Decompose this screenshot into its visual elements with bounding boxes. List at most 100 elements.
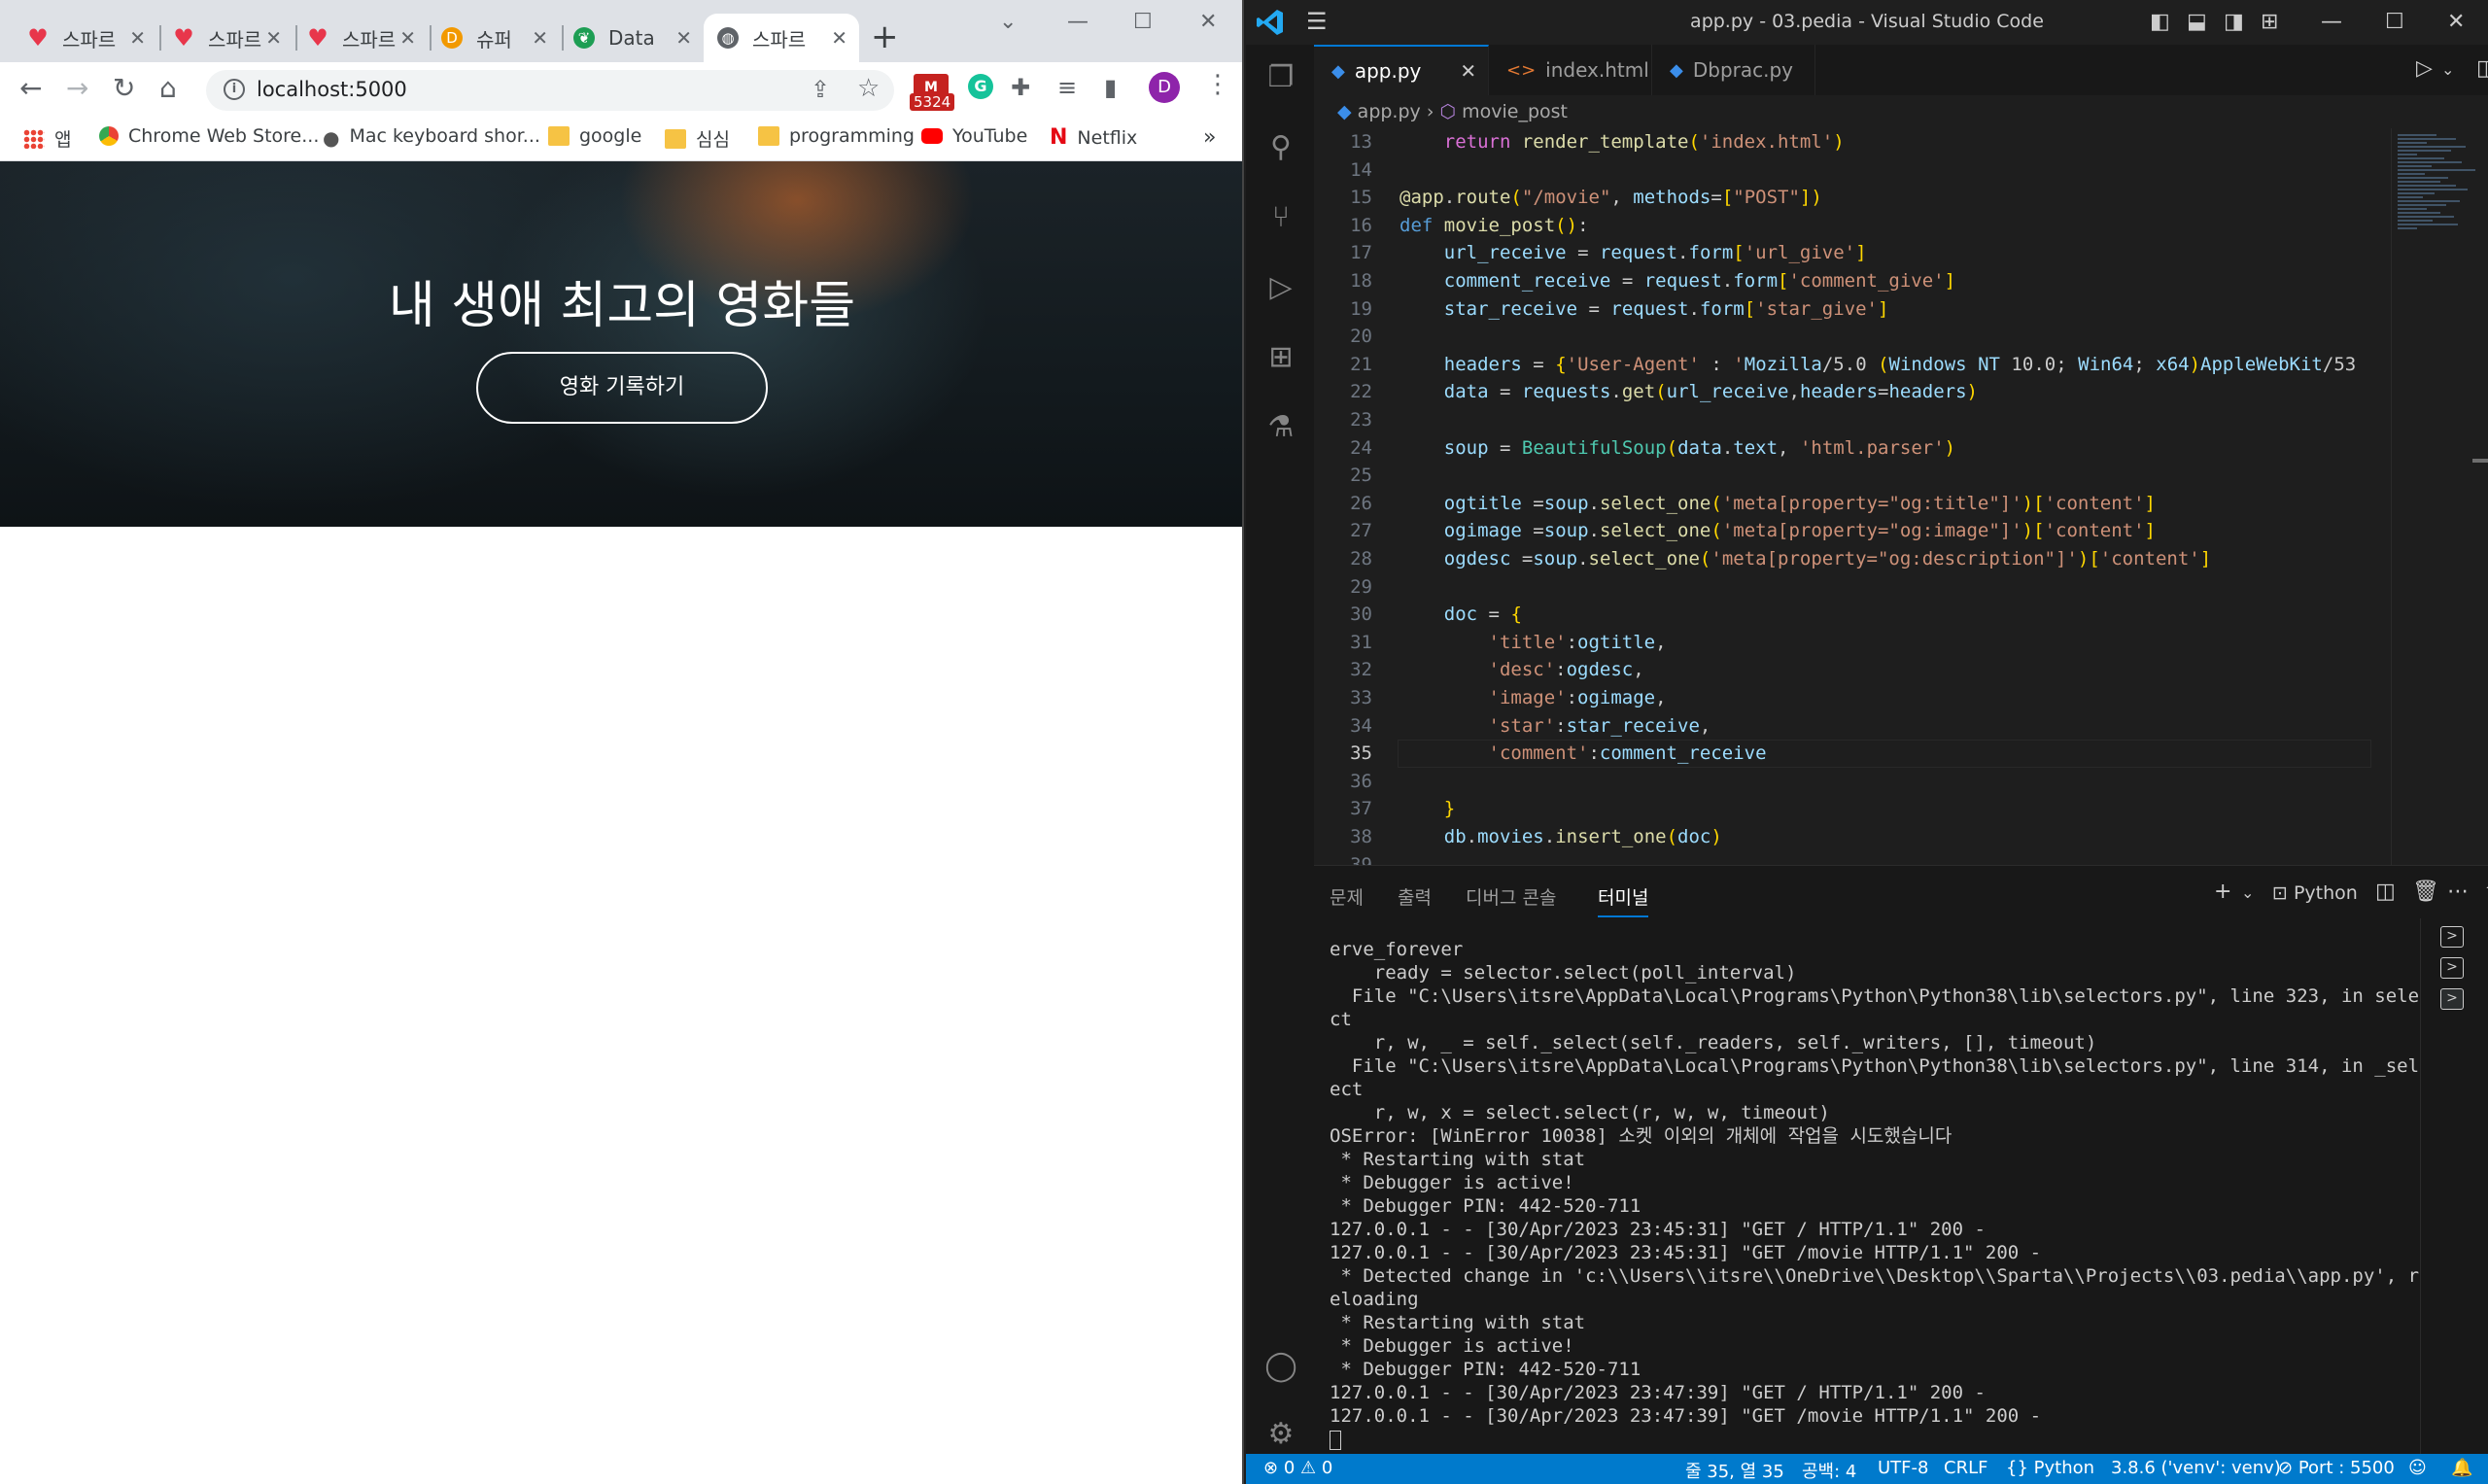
run-python-icon[interactable]: ▷ xyxy=(2416,56,2433,81)
close-tab-icon[interactable]: ✕ xyxy=(1460,59,1476,83)
bookmark-netflix[interactable]: N Netflix xyxy=(1050,125,1137,150)
tab-debug-console[interactable]: 디버그 콘솔 xyxy=(1466,883,1556,910)
browser-tab[interactable]: ♥ 스파르 ✕ xyxy=(159,14,294,62)
code-line[interactable]: 38 db.movies.insert_one(doc) xyxy=(1314,823,2432,851)
minimap[interactable] xyxy=(2391,128,2488,865)
terminal-instance-icon[interactable]: > xyxy=(2440,957,2464,979)
code-line[interactable]: 36 xyxy=(1314,768,2432,796)
code-editor[interactable]: 13 return render_template('index.html') 1… xyxy=(1314,128,2488,865)
run-dropdown-icon[interactable]: ⌄ xyxy=(2441,60,2454,79)
back-button[interactable]: ← xyxy=(19,72,42,104)
code-line[interactable]: 21 headers = {'User-Agent' : 'Mozilla/5.… xyxy=(1314,351,2432,379)
code-line[interactable]: 33 'image':ogimage, xyxy=(1314,684,2432,712)
code-line[interactable]: 13 return render_template('index.html') xyxy=(1314,128,2432,156)
python-interpreter-status[interactable]: 3.8.6 ('venv': venv) xyxy=(2111,1458,2281,1478)
side-panel-icon[interactable]: ▮ xyxy=(1104,74,1117,101)
run-debug-icon[interactable]: ▷ xyxy=(1263,270,1298,305)
feedback-icon[interactable]: ☺ xyxy=(2408,1458,2427,1478)
close-tab-icon[interactable]: ✕ xyxy=(675,26,692,50)
profile-avatar[interactable]: D xyxy=(1149,72,1180,103)
cursor-position-status[interactable]: 줄 35, 열 35 xyxy=(1685,1458,1784,1483)
bookmark-apps[interactable]: 앱 xyxy=(23,125,71,152)
code-line[interactable]: 29 xyxy=(1314,573,2432,602)
breadcrumb-file[interactable]: app.py xyxy=(1358,101,1421,122)
live-server-port-status[interactable]: ⊘ Port : 5500 xyxy=(2278,1458,2395,1478)
tab-search-icon[interactable]: ⌄ xyxy=(999,10,1017,34)
browser-tab[interactable]: ♥ 스파르 ✕ xyxy=(14,14,157,62)
code-line[interactable]: 35 'comment':comment_receive xyxy=(1314,740,2432,768)
tab-problems[interactable]: 문제 xyxy=(1330,883,1364,910)
terminal-profile[interactable]: ⊡ Python xyxy=(2272,882,2358,904)
maximize-button[interactable]: ☐ xyxy=(2385,10,2404,34)
notifications-bell-icon[interactable]: 🔔 xyxy=(2451,1458,2472,1478)
toggle-panel-icon[interactable]: ⬓ xyxy=(2187,10,2207,34)
code-line[interactable]: 32 'desc':ogdesc, xyxy=(1314,656,2432,684)
split-editor-icon[interactable]: ◫ xyxy=(2476,56,2488,81)
address-bar[interactable]: i localhost:5000 ⇪ ☆ xyxy=(206,70,894,111)
code-line[interactable]: 16 def movie_post(): xyxy=(1314,212,2432,240)
reload-button[interactable]: ↻ xyxy=(113,72,135,104)
maximize-button[interactable]: ☐ xyxy=(1133,10,1153,34)
language-mode-status[interactable]: {} Python xyxy=(2006,1458,2094,1478)
media-queue-icon[interactable]: ≡ xyxy=(1057,74,1077,101)
chrome-menu-icon[interactable]: ⋮ xyxy=(1205,70,1230,99)
editor-scrollbar[interactable] xyxy=(2472,459,2488,463)
code-line[interactable]: 39 xyxy=(1314,851,2432,865)
terminal-output[interactable]: erve_forever ready = selector.select(pol… xyxy=(1330,938,2419,1451)
close-tab-icon[interactable]: ✕ xyxy=(532,26,548,50)
code-line[interactable]: 20 xyxy=(1314,323,2432,351)
toggle-primary-sidebar-icon[interactable]: ◧ xyxy=(2150,10,2170,34)
forward-button[interactable]: → xyxy=(66,72,88,104)
code-line[interactable]: 19 star_receive = request.form['star_giv… xyxy=(1314,295,2432,324)
grammarly-extension-icon[interactable]: G xyxy=(968,74,993,99)
code-line[interactable]: 24 soup = BeautifulSoup(data.text, 'html… xyxy=(1314,434,2432,463)
problems-status[interactable]: ⊗ 0 ⚠ 0 xyxy=(1263,1458,1332,1478)
encoding-status[interactable]: UTF-8 xyxy=(1878,1458,1928,1478)
panel-more-icon[interactable]: ⋯ xyxy=(2447,880,2469,904)
terminal-instance-icon[interactable]: > xyxy=(2440,988,2464,1010)
code-line[interactable]: 26 ogtitle =soup.select_one('meta[proper… xyxy=(1314,490,2432,518)
tab-output[interactable]: 출력 xyxy=(1398,883,1432,910)
split-terminal-icon[interactable]: ◫ xyxy=(2375,880,2396,904)
close-tab-icon[interactable]: ✕ xyxy=(399,26,416,50)
browser-tab[interactable]: ♥ 스파르 ✕ xyxy=(294,14,428,62)
breadcrumb-symbol[interactable]: movie_post xyxy=(1462,101,1568,122)
tab-app-py[interactable]: ◆ app.py ✕ xyxy=(1314,45,1489,95)
terminal-instance-icon[interactable]: > xyxy=(2440,926,2464,948)
close-window-button[interactable]: ✕ xyxy=(2447,10,2465,34)
settings-gear-icon[interactable]: ⚙ xyxy=(1263,1417,1298,1452)
code-line[interactable]: 15 @app.route("/movie", methods=["POST"]) xyxy=(1314,184,2432,212)
maximize-panel-chevron-icon[interactable]: ^ xyxy=(2484,880,2488,904)
site-info-icon[interactable]: i xyxy=(224,79,245,100)
code-line[interactable]: 37 } xyxy=(1314,795,2432,823)
toggle-secondary-sidebar-icon[interactable]: ◨ xyxy=(2224,10,2244,34)
testing-flask-icon[interactable]: ⚗ xyxy=(1263,410,1298,445)
code-line[interactable]: 25 xyxy=(1314,462,2432,490)
code-line[interactable]: 18 comment_receive = request.form['comme… xyxy=(1314,267,2432,295)
bookmark-mac-keyboard[interactable]: ● Mac keyboard shor... xyxy=(323,125,540,150)
close-tab-icon[interactable]: ✕ xyxy=(129,26,146,50)
share-icon[interactable]: ⇪ xyxy=(811,76,830,103)
tab-index-html[interactable]: <> index.html xyxy=(1489,45,1652,95)
new-tab-button[interactable]: + xyxy=(871,17,899,56)
bookmark-folder-google[interactable]: google xyxy=(548,125,641,147)
source-control-icon[interactable]: ⑂ xyxy=(1263,200,1298,235)
close-tab-icon[interactable]: ✕ xyxy=(831,26,847,50)
bookmark-folder-programming[interactable]: programming xyxy=(758,125,915,147)
home-button[interactable]: ⌂ xyxy=(159,72,177,104)
extensions-puzzle-icon[interactable]: ✚ xyxy=(1011,74,1030,101)
code-line[interactable]: 34 'star':star_receive, xyxy=(1314,712,2432,741)
extensions-icon[interactable]: ⊞ xyxy=(1263,340,1298,375)
tab-terminal[interactable]: 터미널 xyxy=(1598,883,1649,917)
code-line[interactable]: 30 doc = { xyxy=(1314,601,2432,629)
new-terminal-icon[interactable]: + xyxy=(2214,880,2231,904)
tab-dbprac-py[interactable]: ◆ Dbprac.py xyxy=(1652,45,1815,95)
bookmark-youtube[interactable]: YouTube xyxy=(921,125,1027,147)
more-bookmarks-button[interactable]: » xyxy=(1203,125,1216,150)
bookmark-star-icon[interactable]: ☆ xyxy=(857,74,880,103)
browser-tab[interactable]: ◍ 스파르 ✕ xyxy=(704,14,859,62)
url-text[interactable]: localhost:5000 xyxy=(257,78,407,101)
customize-layout-icon[interactable]: ⊞ xyxy=(2261,10,2278,34)
minimize-button[interactable]: — xyxy=(2321,10,2342,34)
indentation-status[interactable]: 공백: 4 xyxy=(1802,1458,1856,1483)
